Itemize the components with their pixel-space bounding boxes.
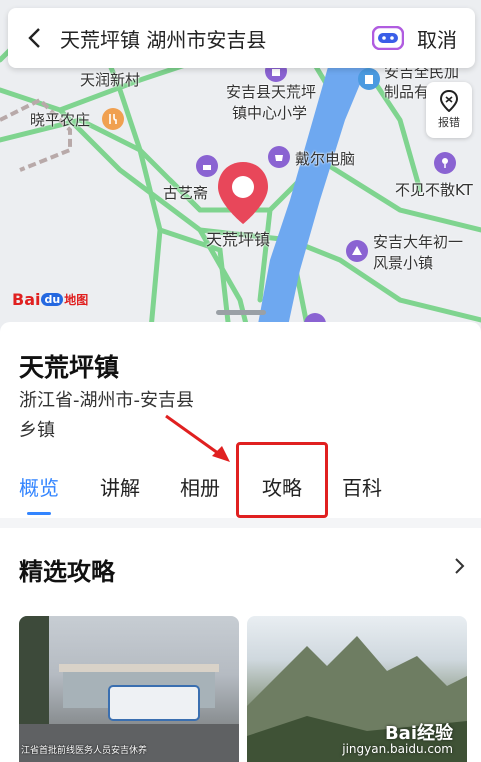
map-label-bujian: 不见不散KT	[395, 181, 473, 199]
company-poi-icon[interactable]	[358, 68, 380, 90]
baidu-map-logo: Bai du 地图	[12, 290, 89, 309]
sheet-drag-handle[interactable]	[216, 310, 266, 315]
location-pin-icon[interactable]	[215, 160, 271, 226]
section-divider	[0, 518, 481, 528]
watermark: Bai经验 jingyan.baidu.com	[342, 723, 453, 757]
guide-card[interactable]: 江省首批前线医务人员安吉休养	[19, 616, 239, 762]
tab-album[interactable]: 相册	[180, 472, 220, 501]
annotation-highlight-box	[236, 442, 328, 518]
search-input[interactable]: 天荒坪镇 湖州市安吉县	[60, 24, 371, 53]
place-title: 天荒坪镇	[19, 353, 120, 382]
restaurant-icon[interactable]	[102, 108, 124, 130]
map-label-guyi: 古艺斋	[163, 184, 209, 202]
chevron-right-icon[interactable]	[452, 556, 468, 576]
ktv-poi-icon[interactable]	[434, 152, 456, 174]
guide-card-caption: 江省首批前线医务人员安吉休养	[21, 746, 148, 756]
map-label-xiaoping: 晓平农庄	[30, 111, 91, 129]
scenic-poi-icon[interactable]	[346, 240, 368, 262]
featured-guides-title: 精选攻略	[19, 558, 115, 586]
map-label-newyear-line2: 风景小镇	[373, 254, 434, 272]
map-label-center: 天荒坪镇	[206, 230, 271, 249]
guide-card[interactable]: Bai经验 jingyan.baidu.com	[247, 616, 467, 762]
place-type: 乡镇	[19, 420, 55, 441]
shop-poi-icon[interactable]	[268, 146, 290, 168]
chevron-left-icon	[28, 28, 40, 48]
tab-explain[interactable]: 讲解	[100, 472, 140, 501]
report-error-label: 报错	[438, 116, 460, 129]
guide-card-image	[19, 616, 239, 762]
map-label-tianrun: 天润新村	[80, 71, 141, 89]
map-label-school-line2: 镇中心小学	[232, 104, 308, 122]
tab-encyclopedia[interactable]: 百科	[342, 472, 382, 501]
active-tab-indicator	[27, 512, 51, 515]
map-label-school-line1: 安吉县天荒坪	[226, 83, 317, 101]
voice-assistant-button[interactable]	[371, 25, 405, 51]
place-detail-sheet: 天荒坪镇 浙江省-湖州市-安吉县 乡镇 概览 讲解 相册 攻略 百科 精选攻略 …	[0, 310, 481, 762]
map-label-newyear-line1: 安吉大年初一	[373, 233, 464, 251]
report-error-button[interactable]: 报错	[426, 82, 472, 138]
map-pin-error-icon	[440, 90, 458, 112]
back-button[interactable]	[8, 8, 60, 68]
place-address: 浙江省-湖州市-安吉县	[19, 390, 194, 411]
map-label-daier: 戴尔电脑	[295, 150, 356, 168]
cancel-button[interactable]: 取消	[417, 24, 457, 53]
annotation-arrow-icon	[165, 414, 230, 462]
search-bar: 天荒坪镇 湖州市安吉县 取消	[8, 8, 475, 68]
tab-overview[interactable]: 概览	[19, 472, 59, 501]
voice-assistant-icon	[372, 26, 404, 50]
